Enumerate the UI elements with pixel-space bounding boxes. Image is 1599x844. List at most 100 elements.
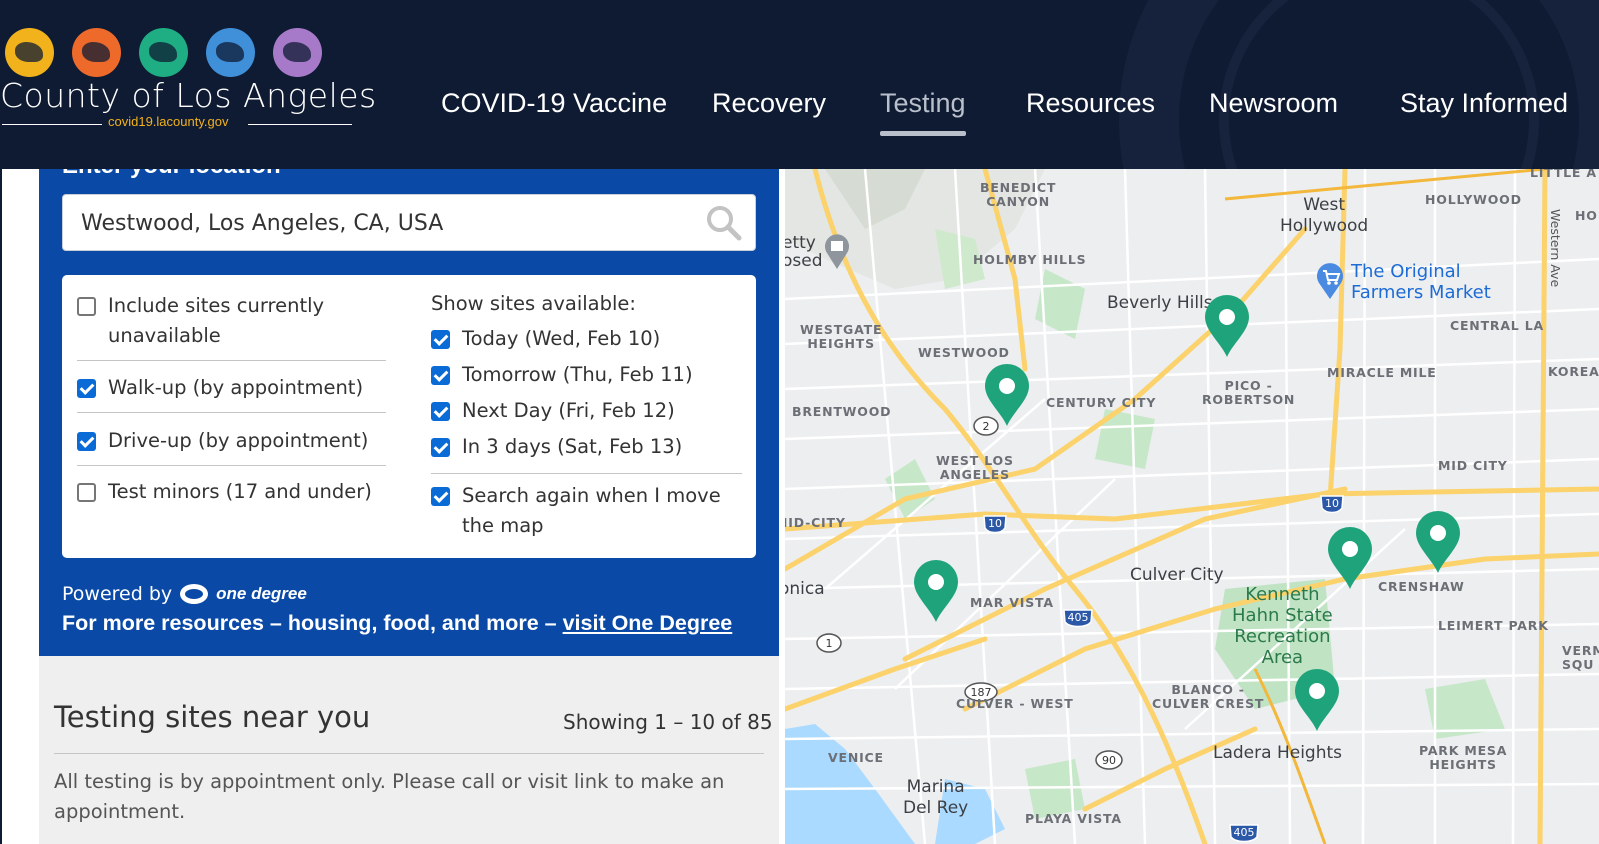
powered-by: Powered by one degree <box>62 583 307 605</box>
map-label-mar-vista: MAR VISTA <box>970 595 1054 610</box>
filter-label: Next Day (Fri, Feb 12) <box>462 399 675 422</box>
checkbox-in-3-days[interactable] <box>431 438 450 457</box>
results-title: Testing sites near you <box>54 700 371 734</box>
map-label-crenshaw: CRENSHAW <box>1378 579 1465 594</box>
map-label-westwood: WESTWOOD <box>918 345 1010 360</box>
nav-active-underline <box>880 131 966 136</box>
map-label-miracle-mile: MIRACLE MILE <box>1327 365 1437 380</box>
filter-divider <box>77 465 386 466</box>
results-note: All testing is by appointment only. Plea… <box>54 770 725 823</box>
map-label-mid-city: MID CITY <box>1438 458 1508 473</box>
checkbox-test-minors[interactable] <box>77 483 96 502</box>
filter-drive-up[interactable]: Drive-up (by appointment) <box>77 426 368 456</box>
testing-site-pin[interactable] <box>1203 295 1251 357</box>
nav-testing[interactable]: Testing <box>880 88 966 119</box>
nav-newsroom[interactable]: Newsroom <box>1209 88 1338 119</box>
filter-label: Tomorrow (Thu, Feb 11) <box>462 363 693 386</box>
checkbox-include-unavailable[interactable] <box>77 297 96 316</box>
map-label-korea: KOREA <box>1548 364 1599 379</box>
logo-bird-icon <box>5 28 54 77</box>
one-degree-brand: one degree <box>216 584 307 603</box>
shopping-cart-icon[interactable] <box>1315 261 1345 299</box>
svg-text:10: 10 <box>988 517 1002 530</box>
nav-resources[interactable]: Resources <box>1026 88 1155 119</box>
map-city-ladera-heights: Ladera Heights <box>1213 743 1343 763</box>
filter-divider <box>431 473 742 474</box>
testing-site-pin[interactable] <box>1414 511 1462 573</box>
map-label-leimert-park: LEIMERT PARK <box>1438 618 1549 633</box>
map-label-little-a: LITTLE A <box>1530 169 1597 180</box>
nav-covid-vaccine[interactable]: COVID-19 Vaccine <box>441 88 667 119</box>
county-logo-icons[interactable] <box>5 28 322 77</box>
map-label-ho: HO <box>1575 208 1598 223</box>
filter-today[interactable]: Today (Wed, Feb 10) <box>431 324 660 354</box>
testing-site-pin[interactable] <box>983 364 1031 426</box>
filter-include-unavailable[interactable]: Include sites currently unavailable <box>77 291 377 351</box>
map-label-hollywood: HOLLYWOOD <box>1425 192 1522 207</box>
checkbox-search-again[interactable] <box>431 487 450 506</box>
map-label-park-mesa-heights: PARK MESA HEIGHTS <box>1419 743 1508 772</box>
map-label-holmby-hills: HOLMBY HILLS <box>973 252 1087 267</box>
map-park-kenneth-hahn: Kenneth Hahn State Recreation Area <box>1232 584 1333 668</box>
map-city-culver-city: Culver City <box>1130 565 1224 585</box>
visit-one-degree-link[interactable]: visit One Degree <box>563 611 733 635</box>
one-degree-ring-icon <box>180 584 209 604</box>
filter-label: Drive-up (by appointment) <box>108 429 369 452</box>
filter-label: Walk-up (by appointment) <box>108 376 364 399</box>
map-label-century-city: CENTURY CITY <box>1046 395 1157 410</box>
testing-site-pin[interactable] <box>1326 527 1374 589</box>
map-label-mid-city-west: MID-CITY <box>785 515 846 530</box>
location-search-input[interactable] <box>81 207 681 239</box>
svg-text:405: 405 <box>1234 826 1255 839</box>
availability-heading: Show sites available: <box>431 292 636 315</box>
filter-label: Include sites currently unavailable <box>108 294 325 347</box>
nav-stay-informed[interactable]: Stay Informed <box>1400 88 1568 119</box>
results-divider <box>54 753 764 754</box>
filter-in-3-days[interactable]: In 3 days (Sat, Feb 13) <box>431 432 682 462</box>
map-label-pico-robertson: PICO - ROBERTSON <box>1202 378 1296 407</box>
logo-wave-icon <box>206 28 255 77</box>
map-label-brentwood: BRENTWOOD <box>792 404 892 419</box>
checkbox-walk-up[interactable] <box>77 379 96 398</box>
map-poi-getty-closed: etty osed <box>785 233 823 271</box>
checkbox-today[interactable] <box>431 330 450 349</box>
map-label-west-los-angeles: WEST LOS ANGELES <box>936 453 1014 482</box>
map-city-santa-monica: onica <box>785 579 825 599</box>
nav-recovery[interactable]: Recovery <box>712 88 826 119</box>
map-city-marina-del-rey: Marina Del Rey <box>903 777 969 818</box>
filter-next-day[interactable]: Next Day (Fri, Feb 12) <box>431 396 675 426</box>
logo-tree-icon <box>273 28 322 77</box>
filter-test-minors[interactable]: Test minors (17 and under) <box>77 477 372 507</box>
map-label-culver-west: CULVER - WEST <box>956 696 1074 711</box>
map-label-blanco-culver-crest: BLANCO - CULVER CREST <box>1152 682 1265 711</box>
svg-text:1: 1 <box>826 637 833 650</box>
filter-tomorrow[interactable]: Tomorrow (Thu, Feb 11) <box>431 360 693 390</box>
checkbox-drive-up[interactable] <box>77 432 96 451</box>
svg-text:405: 405 <box>1068 611 1089 624</box>
filter-label: Test minors (17 and under) <box>108 480 372 503</box>
filter-label: Today (Wed, Feb 10) <box>462 327 661 350</box>
map-label-central-la: CENTRAL LA <box>1450 318 1544 333</box>
map-label-venice: VENICE <box>828 750 884 765</box>
checkbox-next-day[interactable] <box>431 402 450 421</box>
map-poi-farmers-market[interactable]: The Original Farmers Market <box>1351 261 1491 303</box>
filter-search-again[interactable]: Search again when I move the map <box>431 481 731 541</box>
map-label-benedict-canyon: BENEDICT CANYON <box>980 180 1057 209</box>
map-city-west-hollywood: West Hollywood <box>1280 195 1369 236</box>
testing-site-pin[interactable] <box>1293 669 1341 731</box>
logo-skyline-icon <box>139 28 188 77</box>
map-street-western-ave: Western Ave <box>1548 209 1563 288</box>
search-icon[interactable] <box>705 204 743 242</box>
testing-site-pin[interactable] <box>912 560 960 622</box>
map-city-beverly-hills: Beverly Hills <box>1107 293 1213 313</box>
more-resources-text: For more resources – housing, food, and … <box>62 611 563 635</box>
one-degree-logo[interactable]: one degree <box>180 584 307 604</box>
county-seal-watermark-inner <box>1219 0 1539 169</box>
location-search-box <box>62 194 756 251</box>
main-nav: COVID-19 Vaccine Recovery Testing Resour… <box>0 88 1599 128</box>
filter-label: Search again when I move the map <box>462 484 721 537</box>
getty-museum-icon[interactable] <box>823 233 851 269</box>
checkbox-tomorrow[interactable] <box>431 366 450 385</box>
filter-walk-up[interactable]: Walk-up (by appointment) <box>77 373 363 403</box>
sites-map[interactable]: 2 10 10 405 1 187 90 405 BENEDICT CANYON … <box>785 169 1599 844</box>
